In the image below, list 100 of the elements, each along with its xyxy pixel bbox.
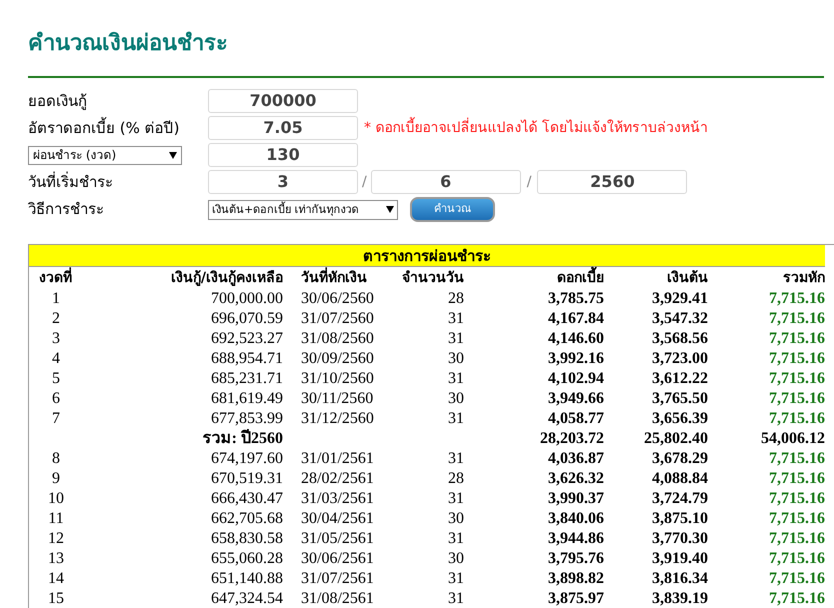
date-separator: / <box>526 172 532 192</box>
table-cell-text: 1 <box>51 289 61 309</box>
table-cell-text: 4,088.84 <box>651 469 708 489</box>
table-cell-text: 700,000.00 <box>210 289 283 309</box>
column-header: ดอกเบี้ย <box>464 267 604 289</box>
table-cell-text: 647,324.54 <box>210 589 283 608</box>
table-cell-text: 674,197.60 <box>210 449 283 469</box>
subtotal-label: รวม: ปี2560 <box>202 429 283 449</box>
table-cell-text: 31/10/2560 <box>300 369 375 389</box>
rate-note: * ดอกเบี้ยอาจเปลี่ยนแปลงได้ โดยไม่แจ้งให้ทราบล่วงหน้า <box>364 118 708 138</box>
table-cell-text: 670,519.31 <box>210 469 283 489</box>
subtotal-cell-text: 25,802.40 <box>643 429 708 449</box>
table-cell-text: 31 <box>447 449 464 469</box>
table-cell-text: 12 <box>47 529 65 549</box>
table-cell-text: 3,875.97 <box>547 589 604 608</box>
column-header: วันที่หักเงิน <box>283 267 391 289</box>
table-cell-text: 3,929.41 <box>651 289 708 309</box>
table-cell-text: 3 <box>51 329 61 349</box>
subtotal-cell-text: 28,203.72 <box>539 429 604 449</box>
column-header: เงินกู้/เงินกู้คงเหลือ <box>170 269 283 288</box>
page-title: คำนวณเงินผ่อนชำระ <box>28 30 229 58</box>
table-cell-text: 655,060.28 <box>210 549 283 569</box>
table-cell-text: 31/12/2560 <box>300 409 375 429</box>
table-cell-text: 9 <box>51 469 61 489</box>
date-separator: / <box>362 172 367 192</box>
table-cell-text: 688,954.71 <box>210 349 283 369</box>
table-cell-text: 7 <box>51 409 61 429</box>
dropdown-caret-icon <box>386 206 394 213</box>
table-cell-text: 31/08/2560 <box>300 329 375 349</box>
table-cell-text: 7,715.16 <box>768 509 825 529</box>
table-cell-text: 677,853.99 <box>210 409 283 429</box>
table-cell-text: 7,715.16 <box>768 549 825 569</box>
table-cell-text: 3,919.40 <box>651 549 708 569</box>
table-cell-text: 11 <box>47 509 65 529</box>
table-cell-text: 30/04/2561 <box>300 509 375 529</box>
table-cell-text: 662,705.68 <box>210 509 283 529</box>
input-field[interactable]: 3 <box>208 170 358 194</box>
table-cell-text: 3,898.82 <box>547 569 604 589</box>
table-cell-text: 3,724.79 <box>651 489 708 509</box>
table-cell-text: 681,619.49 <box>210 389 283 409</box>
subtotal-cell-text: 54,006.12 <box>760 429 825 449</box>
table-cell-text: 685,231.71 <box>210 369 283 389</box>
column-header: รวมหัก <box>782 269 825 288</box>
table-cell-text: 3,626.32 <box>547 469 604 489</box>
input-field[interactable]: 2560 <box>537 170 688 194</box>
field-label: ยอดเงินกู้ <box>28 90 88 112</box>
table-cell-text: 30 <box>447 389 464 409</box>
table-cell-text: 7,715.16 <box>768 469 825 489</box>
table-cell-text: 30 <box>447 349 464 369</box>
table-cell-text: 2 <box>51 309 61 329</box>
table-cell-text: 31/03/2561 <box>300 489 375 509</box>
table-cell-text: 7,715.16 <box>768 589 825 608</box>
table-cell-text: 31/05/2561 <box>300 529 375 549</box>
table-cell-text: 30 <box>447 549 464 569</box>
table-cell-text: 31 <box>447 529 464 549</box>
table-cell-text: 658,830.58 <box>210 529 283 549</box>
table-cell-text: 7,715.16 <box>768 449 825 469</box>
table-cell-text: 3,992.16 <box>547 349 604 369</box>
table-cell-text: 31 <box>447 409 464 429</box>
table-cell-text: 4,058.77 <box>547 409 604 429</box>
table-cell-text: 7,715.16 <box>768 349 825 369</box>
table-cell-text: 7,715.16 <box>768 309 825 329</box>
table-cell-text: 3,765.50 <box>651 389 708 409</box>
table-cell-text: 31/01/2561 <box>300 449 375 469</box>
table-cell-text: 31 <box>447 569 464 589</box>
input-field[interactable]: 6 <box>370 170 521 194</box>
table-cell-text: 28/02/2561 <box>300 469 375 489</box>
table-cell-text: 4 <box>51 349 61 369</box>
method-select[interactable]: เงินต้น+ดอกเบี้ย เท่ากันทุกงวด <box>208 200 398 220</box>
input-field[interactable]: 700000 <box>208 89 358 113</box>
table-cell-text: 692,523.27 <box>210 329 283 349</box>
table-cell-text: 30/09/2560 <box>300 349 375 369</box>
table-cell-text: 30/06/2561 <box>300 549 375 569</box>
field-label: วิธีการชำระ <box>28 199 105 220</box>
table-cell-text: 8 <box>51 449 61 469</box>
table-cell-text: 3,839.19 <box>651 589 708 608</box>
table-cell-text: 30/06/2560 <box>300 289 375 309</box>
table-cell-text: 3,840.06 <box>547 509 604 529</box>
table-cell-text: 7,715.16 <box>768 289 825 309</box>
table-cell-text: 28 <box>447 469 464 489</box>
table-cell-text: 4,036.87 <box>547 449 604 469</box>
table-cell-text: 3,568.56 <box>651 329 708 349</box>
table-cell-text: 4,146.60 <box>547 329 604 349</box>
input-field[interactable]: 130 <box>208 143 358 167</box>
table-cell-text: 3,944.86 <box>547 529 604 549</box>
column-header: เงินต้น <box>666 269 708 288</box>
term-select[interactable]: ผ่อนชำระ (งวด) <box>28 146 182 164</box>
table-cell-text: 13 <box>47 549 65 569</box>
input-field[interactable]: 7.05 <box>208 116 358 140</box>
table-title: ตารางการผ่อนชำระ <box>29 245 825 267</box>
table-cell-text: 7,715.16 <box>768 489 825 509</box>
table-cell-text: 3,612.22 <box>651 369 708 389</box>
table-cell-text: 3,723.00 <box>651 349 708 369</box>
column-header: จำนวนวัน <box>401 269 464 288</box>
table-cell-text: 31 <box>447 489 464 509</box>
table-cell-text: 31 <box>447 369 464 389</box>
calculate-button[interactable]: คำนวณ <box>410 197 495 222</box>
table-cell-text: 3,785.75 <box>547 289 604 309</box>
table-cell-text: 7,715.16 <box>768 369 825 389</box>
table-cell-text: 7,715.16 <box>768 569 825 589</box>
